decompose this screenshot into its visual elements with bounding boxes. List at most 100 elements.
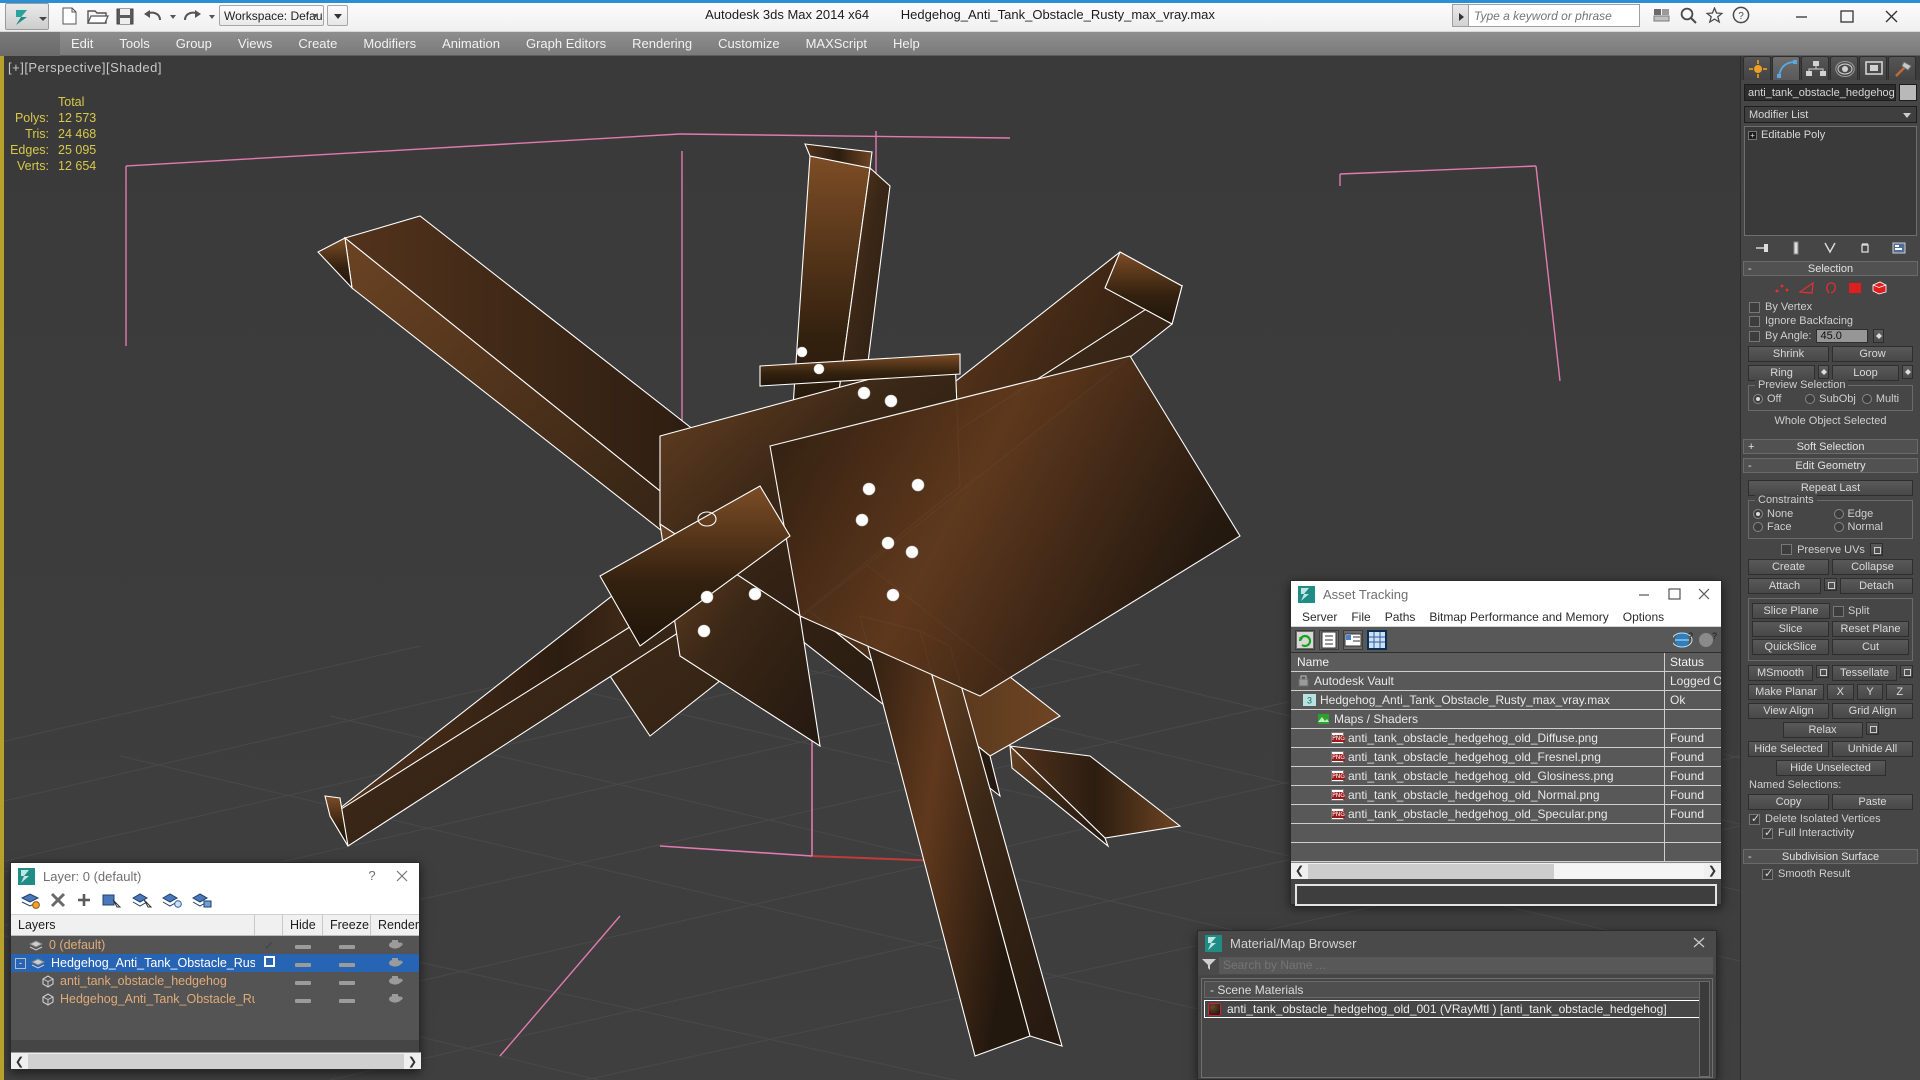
make-unique-icon[interactable] <box>1823 241 1837 255</box>
attach-button[interactable]: Attach <box>1748 578 1821 594</box>
split-checkbox[interactable] <box>1833 605 1844 617</box>
element-icon[interactable] <box>1871 280 1888 298</box>
highlight-layer-icon[interactable] <box>161 892 182 912</box>
slice-button[interactable]: Slice <box>1752 621 1829 637</box>
create-button[interactable]: Create <box>1748 559 1829 575</box>
column-header-freeze[interactable]: Freeze <box>323 915 371 935</box>
smooth-result-checkbox[interactable] <box>1762 867 1773 880</box>
split-checkbox-row[interactable]: Split <box>1833 603 1909 619</box>
menu-item-rendering[interactable]: Rendering <box>619 32 705 56</box>
menu-item-help[interactable]: Help <box>880 32 933 56</box>
preserve-uvs-settings-button[interactable] <box>1869 543 1883 556</box>
grid-align-button[interactable]: Grid Align <box>1832 703 1913 719</box>
preview-subobj-radio[interactable]: SubObj <box>1805 393 1856 405</box>
set-current-layer-icon[interactable] <box>191 892 212 912</box>
polygon-icon[interactable] <box>1848 281 1862 298</box>
layer-hide-cell[interactable] <box>283 956 323 970</box>
column-header-name[interactable]: Name <box>1291 653 1665 671</box>
workspace-dropdown-button[interactable] <box>327 5 348 26</box>
search-input[interactable] <box>1468 4 1640 27</box>
pin-stack-icon[interactable] <box>1755 241 1769 255</box>
application-menu-button[interactable] <box>5 3 49 30</box>
layer-row[interactable]: Hedgehog_Anti_Tank_Obstacle_Rusty <box>11 990 419 1008</box>
border-icon[interactable] <box>1825 281 1839 298</box>
layer-hide-cell[interactable] <box>283 992 323 1006</box>
asset-row[interactable] <box>1291 824 1721 843</box>
menu-item-modifiers[interactable]: Modifiers <box>350 32 429 56</box>
filter-funnel-icon[interactable] <box>1201 957 1219 973</box>
asset-row[interactable]: Maps / Shaders <box>1291 710 1721 729</box>
open-file-icon[interactable] <box>84 3 110 29</box>
motion-tab[interactable] <box>1830 56 1858 80</box>
rollout-subdivision-surface-header[interactable]: - Subdivision Surface <box>1743 849 1918 864</box>
asset-tracking-table[interactable]: Name Status Autodesk Vault Logged O 3 Hedge… <box>1291 653 1721 862</box>
scroll-right-icon[interactable]: ❯ <box>404 1055 421 1068</box>
material-map-browser-window[interactable]: Material/Map Browser - Scene Materials a… <box>1197 930 1717 1080</box>
asset-menu-server[interactable]: Server <box>1295 607 1344 627</box>
slice-plane-button[interactable]: Slice Plane <box>1752 603 1830 619</box>
make-planar-x-button[interactable]: X <box>1827 684 1854 700</box>
viewport-label[interactable]: [+][Perspective][Shaded] <box>8 60 162 75</box>
detach-button[interactable]: Detach <box>1840 578 1913 594</box>
relax-button[interactable]: Relax <box>1782 722 1863 738</box>
menu-item-views[interactable]: Views <box>225 32 285 56</box>
menu-item-edit[interactable]: Edit <box>58 32 106 56</box>
scroll-track[interactable] <box>1308 863 1704 879</box>
column-header-status[interactable]: Status <box>1665 653 1721 671</box>
add-layer-icon[interactable] <box>76 892 92 911</box>
msmooth-button[interactable]: MSmooth <box>1748 665 1813 681</box>
exchange-icon[interactable] <box>1653 6 1671 27</box>
constraint-none-radio[interactable]: None <box>1753 508 1828 520</box>
delete-layer-icon[interactable] <box>50 892 66 911</box>
maximize-button[interactable] <box>1824 1 1869 31</box>
grid-view-icon[interactable] <box>1367 629 1387 650</box>
quickslice-button[interactable]: QuickSlice <box>1752 639 1829 655</box>
menu-item-animation[interactable]: Animation <box>429 32 513 56</box>
scroll-thumb[interactable] <box>28 1053 404 1069</box>
layer-freeze-cell[interactable] <box>323 974 371 988</box>
preserve-uvs-checkbox[interactable] <box>1781 544 1793 555</box>
layer-row[interactable]: - Hedgehog_Anti_Tank_Obstacle_Rusty <box>11 954 419 972</box>
detail-view-icon[interactable] <box>1343 629 1363 650</box>
select-objects-icon[interactable] <box>102 892 122 912</box>
column-header-current[interactable] <box>255 915 283 935</box>
delete-isolated-vertices-checkbox[interactable] <box>1749 812 1760 825</box>
asset-row[interactable]: anti_tank_obstacle_hedgehog_old_Normal.p… <box>1291 786 1721 805</box>
object-name-field[interactable]: anti_tank_obstacle_hedgehog <box>1744 84 1896 101</box>
show-end-result-icon[interactable] <box>1789 241 1803 255</box>
asset-row[interactable]: anti_tank_obstacle_hedgehog_old_Glosines… <box>1291 767 1721 786</box>
delete-isolated-vertices-row[interactable]: Delete Isolated Vertices <box>1749 812 1915 825</box>
asset-row[interactable]: anti_tank_obstacle_hedgehog_old_Diffuse.… <box>1291 729 1721 748</box>
vertex-icon[interactable] <box>1774 281 1790 298</box>
modify-tab[interactable] <box>1772 56 1800 80</box>
full-interactivity-row[interactable]: Full Interactivity <box>1762 826 1915 839</box>
asset-menu-file[interactable]: File <box>1344 607 1377 627</box>
preview-multi-radio[interactable]: Multi <box>1861 393 1908 405</box>
create-tab[interactable] <box>1743 56 1771 80</box>
collapse-button[interactable]: Collapse <box>1832 559 1913 575</box>
favorites-star-icon[interactable] <box>1705 5 1724 27</box>
asset-row[interactable]: anti_tank_obstacle_hedgehog_old_Specular… <box>1291 805 1721 824</box>
scroll-right-icon[interactable]: ❯ <box>1704 863 1721 880</box>
close-icon[interactable] <box>1684 930 1714 956</box>
select-layer-icon[interactable] <box>131 892 153 912</box>
layer-freeze-cell[interactable] <box>323 992 371 1006</box>
smooth-result-row[interactable]: Smooth Result <box>1762 867 1915 880</box>
refresh-icon[interactable] <box>1295 629 1315 650</box>
close-button[interactable] <box>1869 1 1914 31</box>
asset-row[interactable] <box>1291 843 1721 862</box>
ignore-backfacing-checkbox[interactable] <box>1749 315 1760 327</box>
hide-unselected-button[interactable]: Hide Unselected <box>1775 760 1886 776</box>
help-icon[interactable]: ? <box>1697 630 1717 650</box>
menu-item-maxscript[interactable]: MAXScript <box>793 32 880 56</box>
configure-modifier-sets-icon[interactable] <box>1892 241 1906 255</box>
menu-item-tools[interactable]: Tools <box>106 32 162 56</box>
menu-item-graph-editors[interactable]: Graph Editors <box>513 32 619 56</box>
rollout-edit-geometry-header[interactable]: - Edit Geometry <box>1743 458 1918 473</box>
material-browser-list[interactable]: - Scene Materials anti_tank_obstacle_hed… <box>1201 978 1713 1078</box>
copy-button[interactable]: Copy <box>1748 794 1829 810</box>
expander-icon[interactable]: - <box>15 957 26 969</box>
hierarchy-tab[interactable] <box>1801 56 1829 80</box>
make-planar-button[interactable]: Make Planar <box>1748 684 1824 700</box>
by-angle-spinner[interactable] <box>1873 329 1885 343</box>
